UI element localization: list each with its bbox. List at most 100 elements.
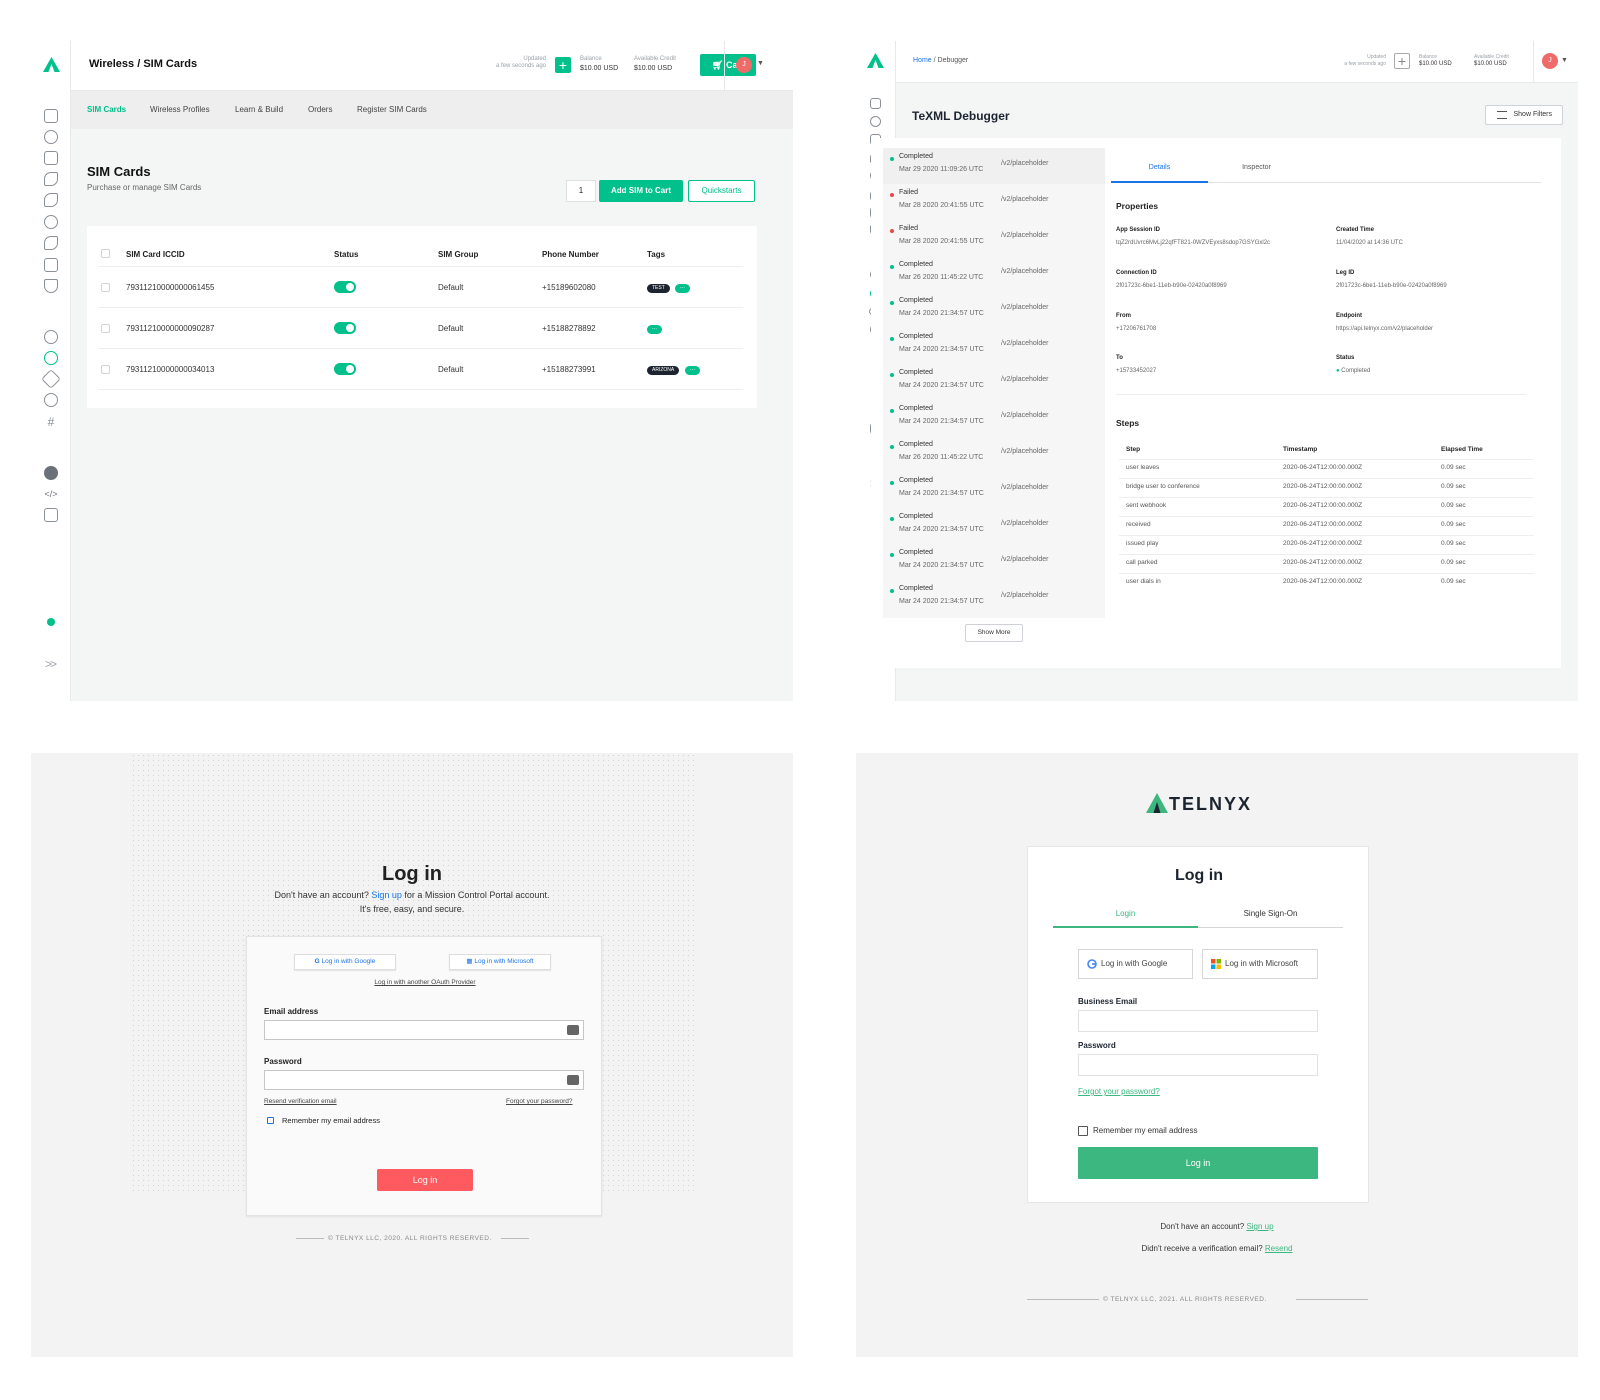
business-email-field[interactable]: [1078, 1010, 1318, 1032]
chevron-down-icon[interactable]: ▼: [1561, 57, 1568, 64]
email-field[interactable]: [264, 1020, 584, 1040]
login-heading: Log in: [382, 863, 442, 885]
more-tags-badge[interactable]: ...: [685, 366, 700, 375]
docs-icon[interactable]: [44, 508, 58, 522]
log-status: Completed: [899, 405, 933, 412]
login-card: Log in Login Single Sign-On Log in with …: [1027, 846, 1369, 1203]
chevron-down-icon[interactable]: ▼: [757, 60, 764, 67]
breadcrumb-home[interactable]: Home: [913, 57, 932, 64]
signup-link[interactable]: Sign up: [1246, 1222, 1273, 1231]
more-tags-badge[interactable]: ...: [647, 325, 662, 334]
google-login-button[interactable]: Log in with Google: [1078, 949, 1193, 979]
tab-learn-build[interactable]: Learn & Build: [235, 105, 283, 114]
quantity-input[interactable]: 1: [566, 180, 596, 202]
code-icon[interactable]: </>: [44, 487, 58, 501]
login-button[interactable]: Log in: [377, 1169, 473, 1191]
log-item[interactable]: Completed Mar 24 2020 21:34:57 UTC/v2/pla…: [883, 328, 1105, 364]
tab-wireless-profiles[interactable]: Wireless Profiles: [150, 105, 210, 114]
log-item[interactable]: Completed Mar 26 2020 11:45:22 UTC/v2/pla…: [883, 436, 1105, 472]
messaging-icon[interactable]: [44, 151, 58, 165]
other-oauth-link[interactable]: Log in with another OAuth Provider: [247, 979, 603, 986]
signup-link[interactable]: Sign up: [371, 890, 402, 900]
forgot-password-link[interactable]: Forgot your password?: [506, 1098, 572, 1105]
microsoft-login-button[interactable]: ▦ Log in with Microsoft: [449, 954, 551, 970]
status-toggle[interactable]: [334, 363, 356, 375]
avatar[interactable]: J: [736, 57, 752, 73]
tab-single-sign-on[interactable]: Single Sign-On: [1198, 909, 1343, 918]
iccid: 79311210000000034013: [126, 365, 215, 374]
storage-icon[interactable]: [44, 393, 58, 407]
log-item[interactable]: Completed Mar 24 2020 21:34:57 UTC/v2/pla…: [883, 580, 1105, 616]
billing-icon[interactable]: [870, 98, 881, 109]
remember-checkbox[interactable]: [267, 1117, 274, 1124]
log-item[interactable]: Completed Mar 24 2020 21:34:57 UTC/v2/pla…: [883, 400, 1105, 436]
expand-icon[interactable]: >>: [45, 657, 57, 671]
app-session-id: tqZ2rdUvrc6MvLj22qfFT821-0WZVEyxs8sdop7G…: [1116, 240, 1271, 246]
sip-icon[interactable]: [44, 215, 58, 229]
forgot-password-link[interactable]: Forgot your password?: [1078, 1087, 1160, 1096]
remember-checkbox[interactable]: [1078, 1126, 1088, 1136]
telnyx-logo-icon[interactable]: [43, 57, 60, 72]
integrations-icon[interactable]: [41, 369, 61, 389]
debugger-icon[interactable]: [44, 351, 58, 365]
autofill-icon[interactable]: [567, 1025, 579, 1035]
resend-verification-link[interactable]: Resend verification email: [264, 1098, 337, 1105]
avatar[interactable]: J: [1542, 53, 1558, 69]
tab-register-sim-cards[interactable]: Register SIM Cards: [357, 105, 427, 114]
show-more-button[interactable]: Show More: [965, 624, 1023, 642]
log-item[interactable]: Completed Mar 26 2020 11:45:22 UTC/v2/pla…: [883, 256, 1105, 292]
help-icon[interactable]: [44, 466, 58, 480]
more-tags-badge[interactable]: ...: [675, 284, 690, 293]
numbers-icon[interactable]: [44, 130, 58, 144]
show-filters-button[interactable]: Show Filters: [1485, 105, 1563, 125]
telnyx-logo-icon[interactable]: [867, 53, 884, 68]
add-funds-button[interactable]: +: [1394, 53, 1410, 69]
row-checkbox[interactable]: [101, 283, 110, 292]
top-bar: Home / Debugger Updated a few seconds ago…: [896, 41, 1578, 83]
password-field[interactable]: [1078, 1054, 1318, 1076]
password-field[interactable]: [264, 1070, 584, 1090]
add-funds-button[interactable]: +: [555, 57, 571, 73]
log-status: Failed: [899, 189, 919, 196]
login-button[interactable]: Log in: [1078, 1147, 1318, 1179]
log-item[interactable]: Completed Mar 24 2020 21:34:57 UTC/v2/pla…: [883, 364, 1105, 400]
billing-icon[interactable]: [44, 109, 58, 123]
log-item[interactable]: Completed Mar 24 2020 21:34:57 UTC/v2/pla…: [883, 544, 1105, 580]
microsoft-login-button[interactable]: Log in with Microsoft: [1202, 949, 1318, 979]
voice-icon[interactable]: [44, 172, 58, 186]
status-toggle[interactable]: [334, 322, 356, 334]
log-item[interactable]: Completed Mar 24 2020 21:34:57 UTC/v2/pla…: [883, 472, 1105, 508]
google-login-button[interactable]: G Log in with Google: [294, 954, 396, 970]
select-all-checkbox[interactable]: [101, 249, 110, 258]
resend-link[interactable]: Resend: [1265, 1244, 1293, 1253]
log-item[interactable]: Failed Mar 28 2020 20:41:55 UTC/v2/placeh…: [883, 220, 1105, 256]
row-checkbox[interactable]: [101, 365, 110, 374]
tab-details[interactable]: Details: [1111, 164, 1208, 171]
autofill-icon[interactable]: [567, 1075, 579, 1085]
tab-inspector[interactable]: Inspector: [1208, 164, 1305, 171]
column-header: SIM Card ICCID: [126, 250, 185, 259]
log-item[interactable]: Completed Mar 29 2020 11:09:26 UTC/v2/pla…: [883, 148, 1105, 184]
call-control-icon[interactable]: [44, 193, 58, 207]
tab-orders[interactable]: Orders: [308, 105, 332, 114]
log-item[interactable]: Completed Mar 24 2020 21:34:57 UTC/v2/pla…: [883, 292, 1105, 328]
fax-icon[interactable]: [44, 236, 58, 250]
numbers-icon[interactable]: [870, 116, 881, 127]
log-item[interactable]: Failed Mar 28 2020 20:41:55 UTC/v2/placeh…: [883, 184, 1105, 220]
tab-login[interactable]: Login: [1053, 909, 1198, 918]
status-dot-icon: ●: [1336, 368, 1340, 374]
document-icon[interactable]: [44, 258, 58, 272]
microsoft-icon: [1211, 959, 1221, 969]
row-checkbox[interactable]: [101, 324, 110, 333]
endpoint-url: https://api.telnyx.com/v2/placeholder: [1336, 326, 1434, 332]
status-toggle[interactable]: [334, 281, 356, 293]
shield-icon[interactable]: [44, 279, 58, 293]
tab-sim-cards[interactable]: SIM Cards: [87, 105, 126, 114]
log-item[interactable]: Completed Mar 24 2020 21:34:57 UTC/v2/pla…: [883, 508, 1105, 544]
hash-icon[interactable]: #: [44, 415, 58, 429]
add-sim-to-cart-button[interactable]: Add SIM to Cart: [599, 180, 683, 202]
quickstarts-button[interactable]: Quickstarts: [688, 180, 755, 202]
filter-icon: [1497, 111, 1507, 119]
reports-icon[interactable]: [44, 330, 58, 344]
page-title: TeXML Debugger: [912, 109, 1010, 123]
